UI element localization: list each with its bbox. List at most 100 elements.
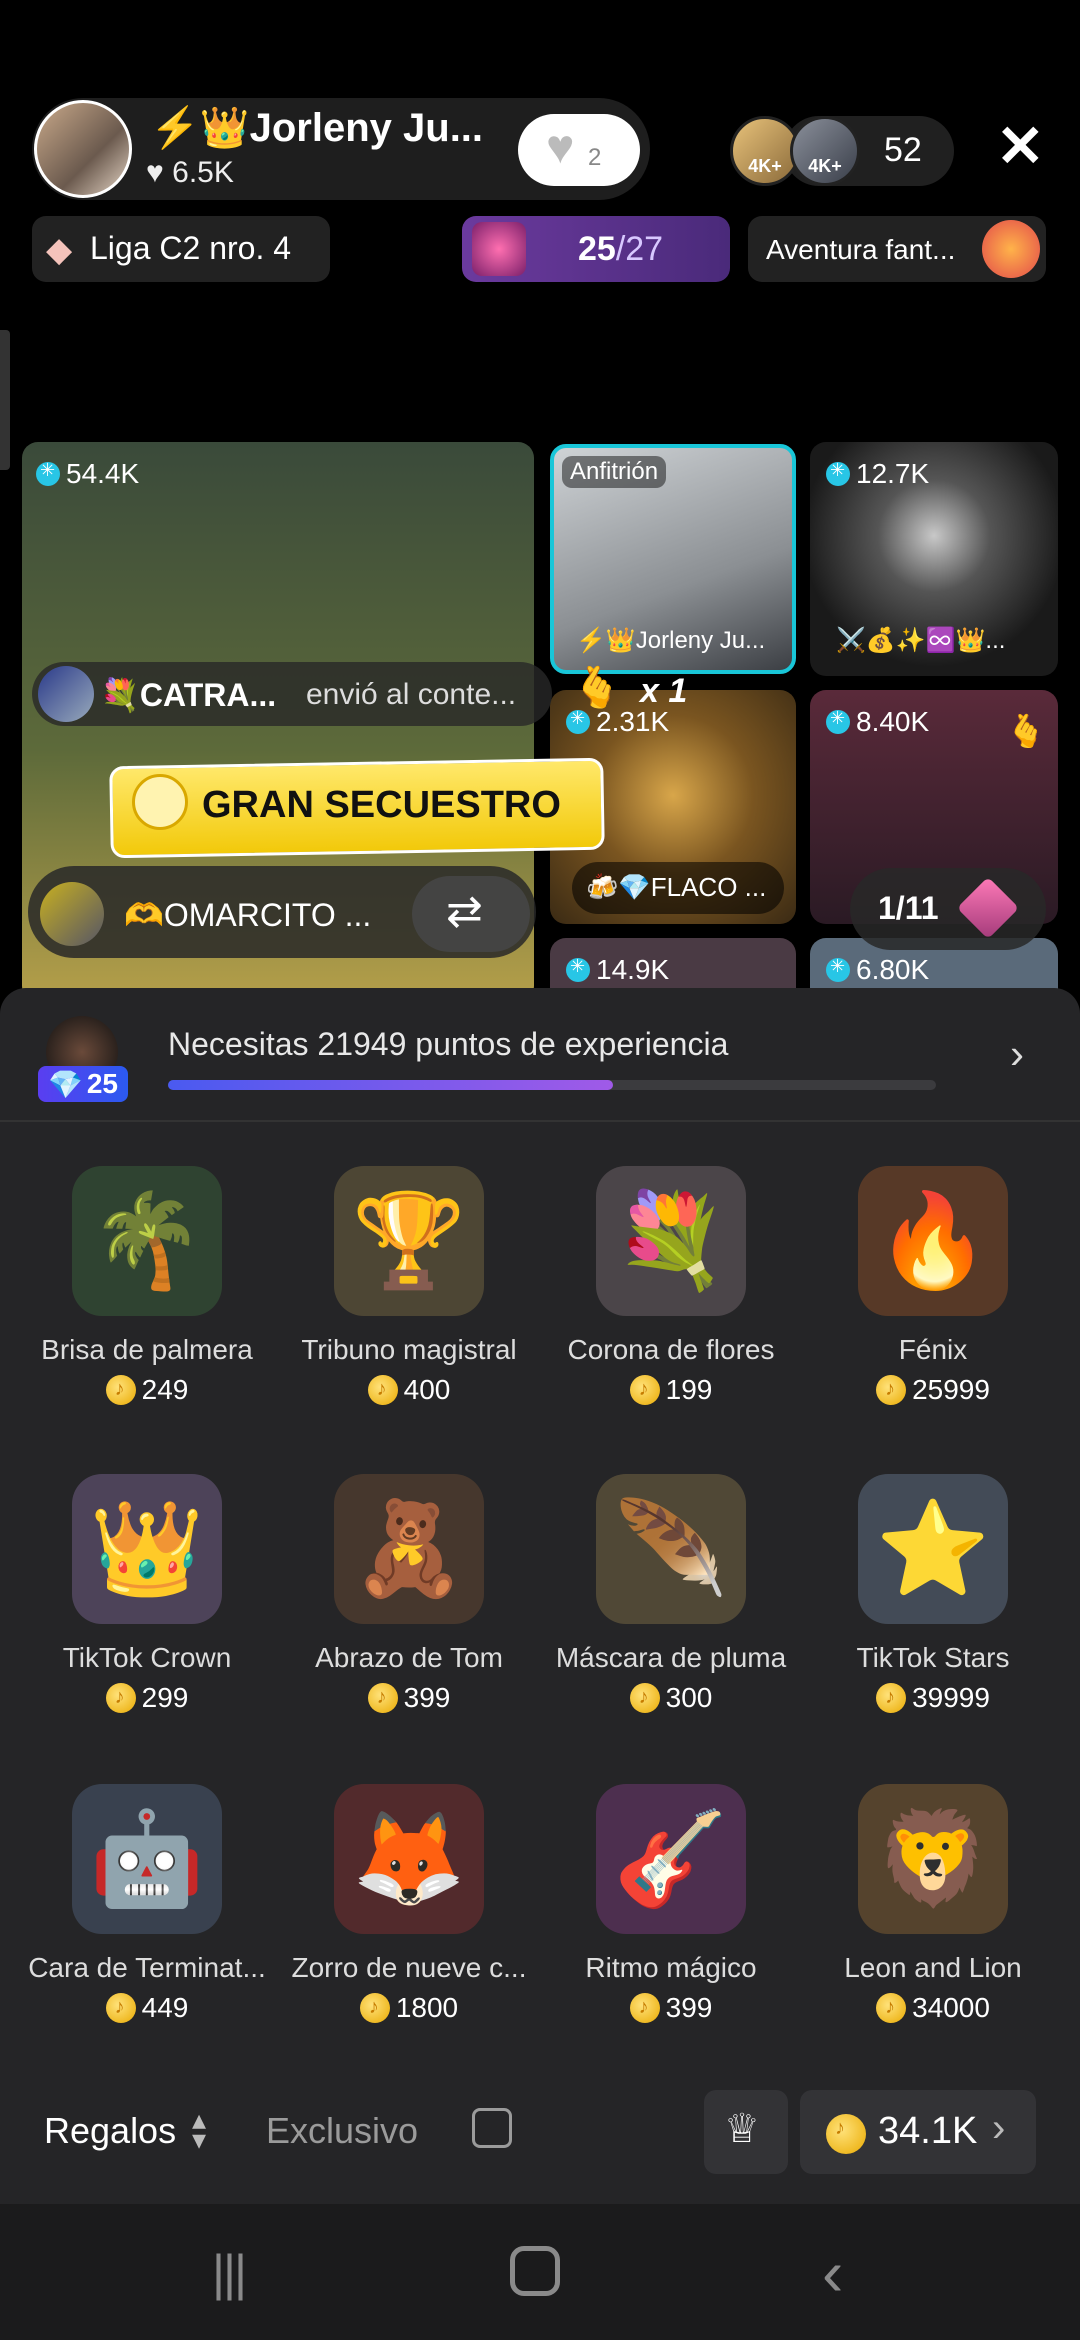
- coin-icon: [105, 1375, 136, 1405]
- follow-count: 2: [588, 144, 602, 171]
- coin-icon: [629, 1993, 660, 2023]
- gift-price-value: 1800: [395, 1992, 459, 2023]
- host-likes-count: 6.5K: [172, 156, 234, 189]
- xp-message: Necesitas 21949 puntos de experiencia: [168, 1026, 729, 1062]
- gift-price-value: 399: [665, 1992, 713, 2023]
- home-icon[interactable]: [510, 2246, 560, 2296]
- user-avatar[interactable]: [40, 882, 104, 946]
- gift-image-icon: 🦊: [334, 1784, 484, 1934]
- coin-icon: [629, 1375, 660, 1405]
- crown-icon: ♕: [724, 2107, 760, 2151]
- gift-item[interactable]: 🪶 Máscara de pluma 300: [540, 1474, 802, 1714]
- gift-image-icon: 🪶: [596, 1474, 746, 1624]
- gift-image-icon: 👑: [72, 1474, 222, 1624]
- gift-image-icon: 🏆: [334, 1166, 484, 1316]
- gift-price: 399: [540, 1992, 802, 2024]
- viewer-count: 52: [884, 131, 922, 169]
- gift-price-value: 399: [403, 1682, 451, 1713]
- gift-price: 449: [16, 1992, 278, 2024]
- sender-avatar[interactable]: [38, 666, 94, 722]
- score-icon: [826, 708, 850, 734]
- host-tile-name: ⚡👑Jorleny Ju...: [576, 627, 766, 654]
- guest-name: ⚔️💰✨♾️👑...: [836, 627, 1006, 654]
- viewer-badge: 4K+: [748, 156, 782, 176]
- gift-price: 249: [16, 1374, 278, 1406]
- gift-item[interactable]: 💐 Corona de flores 199: [540, 1166, 802, 1406]
- gift-name: Cara de Terminat...: [28, 1952, 266, 1983]
- gift-price-value: 249: [141, 1374, 189, 1405]
- close-icon[interactable]: ✕: [996, 118, 1045, 176]
- score-value: 54.4K: [66, 458, 140, 489]
- combo-count: x 1: [640, 672, 688, 710]
- gift-price: 34000: [802, 1992, 1064, 2024]
- score-value: 8.40K: [856, 706, 930, 737]
- guest-score: 8.40K: [826, 706, 929, 738]
- host-label: Anfitrión: [562, 456, 667, 488]
- gift-price-value: 39999: [912, 1682, 990, 1713]
- viewer-avatar[interactable]: 4K+: [790, 116, 860, 186]
- gift-name: TikTok Stars: [856, 1642, 1010, 1673]
- rank-badge-icon: [472, 222, 526, 276]
- adventure-label: Aventura fant...: [766, 234, 956, 265]
- host-name[interactable]: ⚡👑Jorleny Ju...: [150, 104, 483, 151]
- gift-image-icon: 💐: [596, 1166, 746, 1316]
- gift-image-icon: 🌴: [72, 1166, 222, 1316]
- level-badge: 💎 25: [38, 1066, 128, 1102]
- chevron-right-icon[interactable]: ›: [1010, 1030, 1024, 1078]
- back-icon[interactable]: ‹: [822, 2236, 843, 2310]
- score-icon: [826, 460, 850, 486]
- heart-icon: ♥: [146, 156, 164, 189]
- gift-item[interactable]: 🏆 Tribuno magistral 400: [278, 1166, 540, 1406]
- score-icon: [566, 708, 590, 734]
- sort-icon[interactable]: ▴ ▾: [192, 2106, 206, 2154]
- tab-exclusive[interactable]: Exclusivo: [266, 2110, 418, 2152]
- gift-item[interactable]: 🌴 Brisa de palmera 249: [16, 1166, 278, 1406]
- score-icon: [36, 460, 60, 486]
- coin-icon: [367, 1375, 398, 1405]
- gift-price-value: 400: [403, 1374, 451, 1405]
- gift-image-icon: 🧸: [334, 1474, 484, 1624]
- gift-item[interactable]: 🦊 Zorro de nueve c... 1800: [278, 1784, 540, 2024]
- guest-name: 🍻💎FLACO ...: [586, 872, 767, 902]
- recent-apps-icon[interactable]: |||: [212, 2244, 247, 2302]
- swap-arrows-icon: ⇄: [446, 887, 483, 936]
- finger-heart-icon: 🫰: [1006, 713, 1046, 749]
- xp-progress-fill: [168, 1080, 614, 1090]
- divider: [0, 1120, 1080, 1122]
- gift-item[interactable]: 🤖 Cara de Terminat... 449: [16, 1784, 278, 2024]
- coin-icon: [876, 1375, 907, 1405]
- gift-name: Leon and Lion: [844, 1952, 1022, 1983]
- coin-icon: [629, 1683, 660, 1713]
- tab-gifts[interactable]: Regalos: [44, 2110, 176, 2152]
- rank-current: 25: [578, 230, 616, 268]
- side-drawer-handle[interactable]: [0, 330, 10, 470]
- gift-image-icon: 🔥: [858, 1166, 1008, 1316]
- rank-total: /27: [615, 230, 664, 268]
- gift-image-icon: 🤖: [72, 1784, 222, 1934]
- level-value: 25: [86, 1068, 119, 1099]
- host-avatar[interactable]: [34, 100, 132, 198]
- guest-score: 12.7K: [826, 458, 929, 490]
- gift-item[interactable]: 🎸 Ritmo mágico 399: [540, 1784, 802, 2024]
- coin-icon: [359, 1993, 390, 2023]
- gift-item[interactable]: 👑 TikTok Crown 299: [16, 1474, 278, 1714]
- coin-icon: [367, 1683, 398, 1713]
- gift-item[interactable]: 🔥 Fénix 25999: [802, 1166, 1064, 1406]
- gift-image-icon: 🎸: [596, 1784, 746, 1934]
- gift-item[interactable]: 🧸 Abrazo de Tom 399: [278, 1474, 540, 1714]
- gift-box-icon[interactable]: [472, 2108, 512, 2148]
- gift-item[interactable]: 🦁 Leon and Lion 34000: [802, 1784, 1064, 2024]
- chevron-right-icon: ›: [992, 2106, 1006, 2150]
- sender-name: 💐CATRA...: [100, 677, 277, 713]
- coin-icon: [826, 2114, 866, 2154]
- gift-price-value: 34000: [912, 1992, 990, 2023]
- gift-price: 399: [278, 1682, 540, 1714]
- coin-icon: [876, 1993, 907, 2023]
- gift-item[interactable]: ⭐ TikTok Stars 39999: [802, 1474, 1064, 1714]
- gift-name: Abrazo de Tom: [315, 1642, 503, 1673]
- adventure-icon: [982, 220, 1040, 278]
- follow-button[interactable]: [518, 114, 640, 186]
- gift-name: Tribuno magistral: [301, 1334, 517, 1365]
- gift-name: Máscara de pluma: [555, 1642, 787, 1673]
- gift-price: 299: [16, 1682, 278, 1714]
